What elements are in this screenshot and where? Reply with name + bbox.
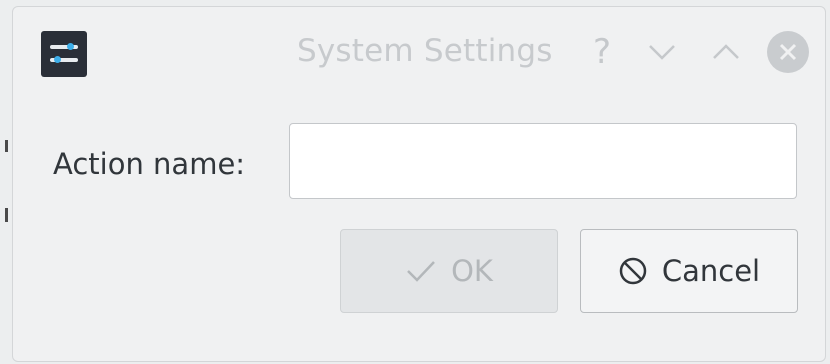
desktop-background: System Settings ? Action name: OK Cancel xyxy=(0,0,830,364)
checkmark-icon xyxy=(407,261,435,282)
title-bar[interactable]: System Settings ? xyxy=(13,7,825,91)
slider-knob xyxy=(54,56,61,63)
chevron-up-icon xyxy=(713,44,739,59)
window-title: System Settings xyxy=(297,33,553,69)
minimize-button[interactable] xyxy=(639,29,685,75)
cancel-button[interactable]: Cancel xyxy=(580,229,798,313)
ok-button-label: OK xyxy=(451,254,493,288)
cancel-icon xyxy=(619,257,647,285)
close-button[interactable] xyxy=(765,29,811,75)
action-name-label: Action name: xyxy=(53,147,246,181)
close-icon xyxy=(779,43,797,61)
action-name-dialog: System Settings ? Action name: OK Cancel xyxy=(12,6,826,362)
close-button-circle xyxy=(767,31,809,73)
ok-button[interactable]: OK xyxy=(340,229,558,313)
action-name-row: Action name: xyxy=(13,123,825,203)
chevron-down-icon xyxy=(649,45,675,60)
system-settings-icon[interactable] xyxy=(41,31,87,77)
background-text-fragment xyxy=(5,208,8,222)
background-text-fragment xyxy=(5,140,8,152)
help-icon: ? xyxy=(592,32,612,72)
help-button[interactable]: ? xyxy=(579,29,625,75)
cancel-button-label: Cancel xyxy=(661,254,761,288)
maximize-button[interactable] xyxy=(703,29,749,75)
slider-knob xyxy=(67,43,74,50)
action-name-input[interactable] xyxy=(289,123,797,199)
